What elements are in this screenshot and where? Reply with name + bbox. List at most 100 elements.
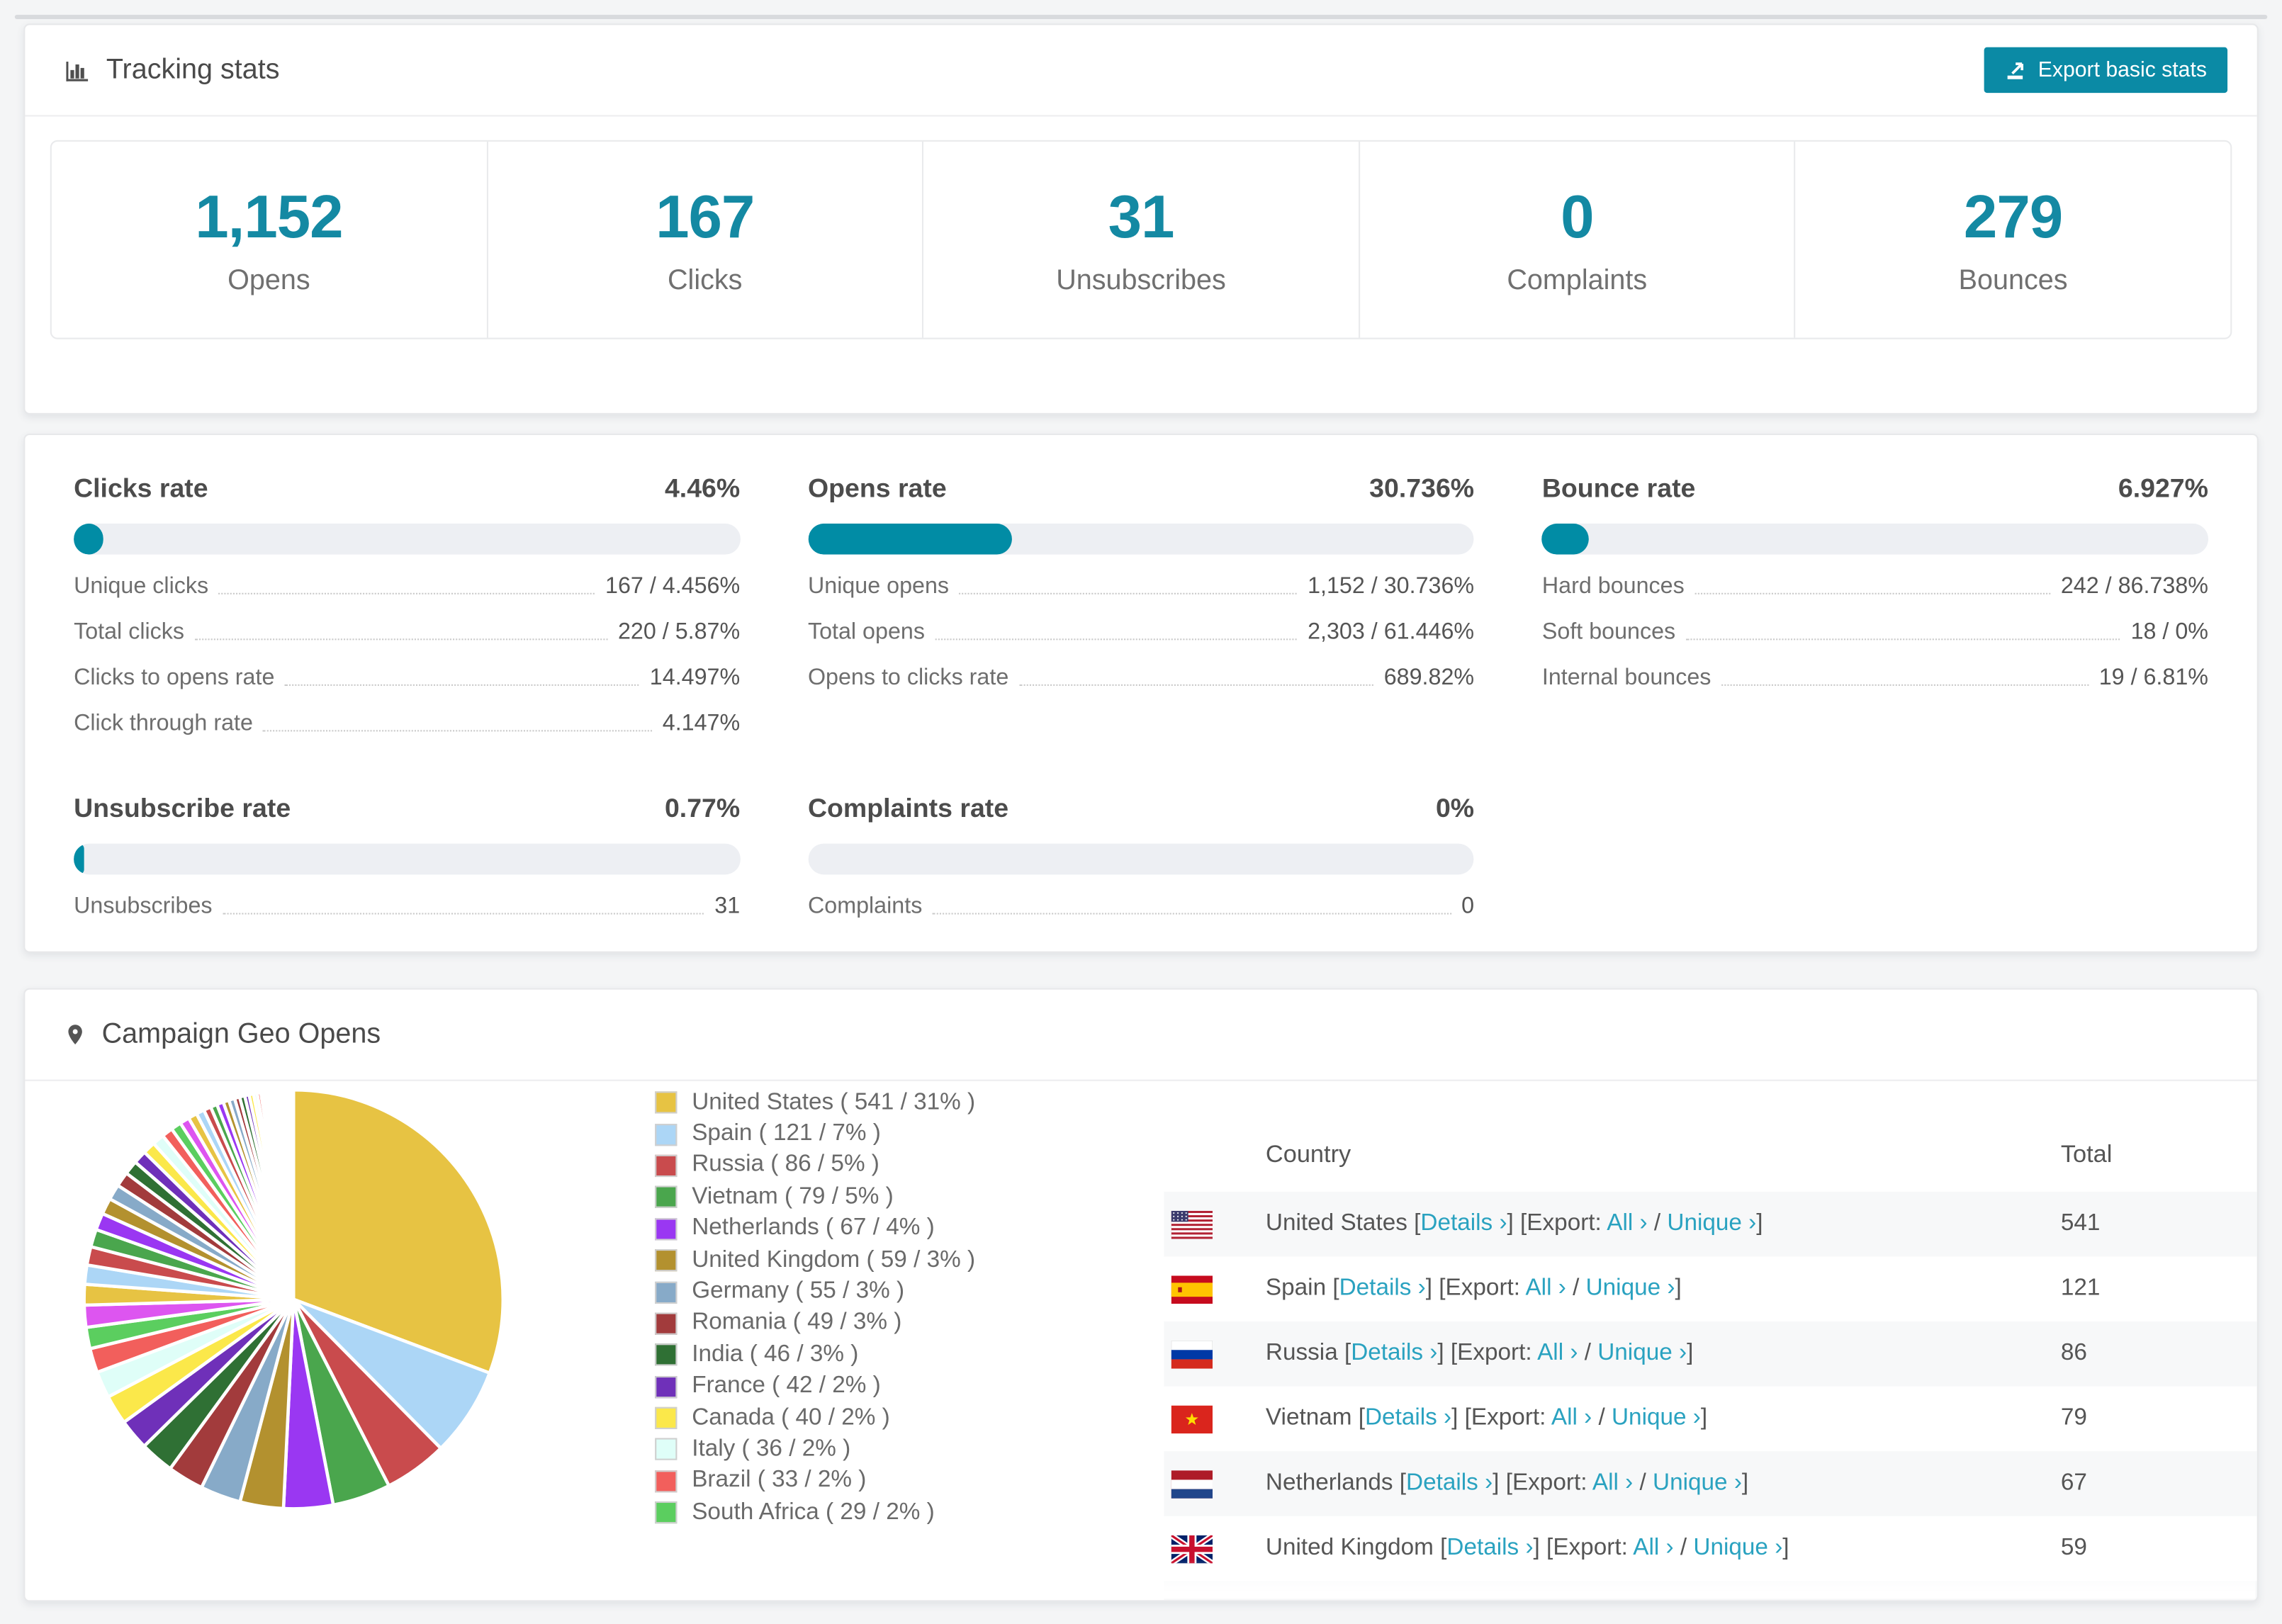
legend-swatch	[655, 1438, 678, 1461]
country-cell: Russia [Details ›] [Export: All › / Uniq…	[1265, 1341, 1694, 1366]
stat-box-complaints: 0 Complaints	[1360, 141, 1796, 338]
export-unique-link[interactable]: Unique ›	[1586, 1275, 1675, 1300]
legend-item-united-states[interactable]: United States ( 541 / 31% )	[655, 1087, 975, 1119]
legend-item-spain[interactable]: Spain ( 121 / 7% )	[655, 1119, 975, 1151]
table-row-vn: Vietnam [Details ›] [Export: All › / Uni…	[1164, 1387, 2256, 1452]
details-link[interactable]: Details ›	[1420, 1211, 1507, 1236]
stat-value: 1,152	[195, 182, 343, 250]
legend-item-south-africa[interactable]: South Africa ( 29 / 2% )	[655, 1497, 975, 1529]
legend-swatch	[655, 1123, 678, 1146]
rate-row: Hard bounces 242 / 86.738%	[1542, 574, 2208, 600]
details-link[interactable]: Details ›	[1406, 1470, 1493, 1495]
rate-row: Clicks to opens rate 14.497%	[74, 665, 740, 692]
pie-svg[interactable]	[81, 1087, 505, 1511]
stat-box-unsubscribes: 31 Unsubscribes	[923, 141, 1360, 338]
total-cell: 121	[2060, 1275, 2101, 1301]
export-icon	[2004, 59, 2026, 81]
export-unique-link[interactable]: Unique ›	[1622, 1600, 1712, 1601]
legend-item-canada[interactable]: Canada ( 40 / 2% )	[655, 1402, 975, 1434]
details-link[interactable]: Details ›	[1351, 1341, 1437, 1365]
legend-item-brazil[interactable]: Brazil ( 33 / 2% )	[655, 1465, 975, 1497]
flag-icon-nl	[1171, 1470, 1213, 1498]
country-cell: United Kingdom [Details ›] [Export: All …	[1265, 1535, 1789, 1561]
rate-row-value: 4.147%	[662, 711, 741, 736]
export-all-link[interactable]: All ›	[1562, 1600, 1602, 1601]
rate-row: Complaints 0	[808, 893, 1474, 920]
export-all-link[interactable]: All ›	[1607, 1211, 1647, 1236]
geo-legend: United States ( 541 / 31% ) Spain ( 121 …	[655, 1087, 975, 1528]
rate-value: 0%	[1435, 793, 1475, 823]
dashboard-page: Tracking stats Export basic stats 1,152 …	[0, 0, 2282, 1624]
export-unique-link[interactable]: Unique ›	[1653, 1470, 1742, 1495]
legend-label: United Kingdom ( 59 / 3% )	[692, 1247, 976, 1273]
table-row-nl: Netherlands [Details ›] [Export: All › /…	[1164, 1451, 2257, 1516]
rates-grid: Clicks rate 4.46% Unique clicks 167 / 4.…	[74, 473, 2208, 920]
legend-item-netherlands[interactable]: Netherlands ( 67 / 4% )	[655, 1213, 975, 1245]
progress-track	[74, 523, 741, 555]
export-all-link[interactable]: All ›	[1592, 1470, 1633, 1495]
export-all-link[interactable]: All ›	[1633, 1535, 1673, 1560]
legend-item-india[interactable]: India ( 46 / 3% )	[655, 1339, 975, 1371]
legend-item-italy[interactable]: Italy ( 36 / 2% )	[655, 1434, 975, 1466]
rate-column-complaints-rate: Complaints rate 0% Complaints 0	[807, 793, 1475, 920]
total-cell: 86	[2060, 1341, 2087, 1366]
rate-column-opens-rate: Opens rate 30.736% Unique opens 1,152 / …	[807, 473, 1475, 738]
export-basic-stats-button[interactable]: Export basic stats	[1983, 47, 2228, 94]
legend-item-russia[interactable]: Russia ( 86 / 5% )	[655, 1150, 975, 1182]
rate-row-value: 167 / 4.456%	[605, 573, 741, 599]
stat-box-bounces: 279 Bounces	[1796, 142, 2230, 338]
details-link[interactable]: Details ›	[1339, 1275, 1426, 1300]
legend-swatch	[655, 1154, 678, 1177]
legend-item-vietnam[interactable]: Vietnam ( 79 / 5% )	[655, 1182, 975, 1214]
total-cell: 59	[2060, 1535, 2087, 1561]
progress-track	[74, 843, 741, 875]
rate-row: Soft bounces 18 / 0%	[1542, 619, 2208, 645]
rate-row-label: Soft bounces	[1541, 619, 1676, 645]
rate-row-label: Unique clicks	[74, 573, 209, 599]
dotted-leader	[263, 730, 653, 732]
dotted-leader	[959, 592, 1298, 594]
total-cell: 79	[2060, 1405, 2087, 1431]
export-all-link[interactable]: All ›	[1551, 1406, 1592, 1431]
legend-item-france[interactable]: France ( 42 / 2% )	[655, 1371, 975, 1403]
export-unique-link[interactable]: Unique ›	[1667, 1211, 1756, 1236]
export-unique-link[interactable]: Unique ›	[1693, 1535, 1782, 1560]
dotted-leader	[194, 638, 608, 641]
progress-fill	[807, 523, 1013, 555]
export-unique-link[interactable]: Unique ›	[1597, 1341, 1687, 1365]
geo-pie-chart[interactable]	[81, 1087, 505, 1511]
country-cell: Spain [Details ›] [Export: All › / Uniqu…	[1265, 1275, 1682, 1301]
tracking-stats-header: Tracking stats Export basic stats	[25, 25, 2257, 117]
export-all-link[interactable]: All ›	[1525, 1275, 1566, 1300]
legend-item-romania[interactable]: Romania ( 49 / 3% )	[655, 1308, 975, 1340]
legend-swatch	[655, 1406, 678, 1430]
legend-item-germany[interactable]: Germany ( 55 / 3% )	[655, 1276, 975, 1308]
export-unique-link[interactable]: Unique ›	[1612, 1406, 1701, 1431]
rate-row-label: Unsubscribes	[74, 893, 213, 919]
rate-row-label: Clicks to opens rate	[74, 665, 275, 691]
rate-row-label: Internal bounces	[1541, 665, 1712, 691]
rate-title: Bounce rate	[1541, 473, 1696, 503]
details-link[interactable]: Details ›	[1376, 1600, 1462, 1601]
geo-table-header-total: Total	[2060, 1141, 2113, 1168]
details-link[interactable]: Details ›	[1446, 1535, 1533, 1560]
country-cell: United States [Details ›] [Export: All ›…	[1265, 1210, 1763, 1236]
rate-row-label: Total clicks	[74, 619, 185, 645]
rate-title: Complaints rate	[807, 793, 1009, 823]
legend-label: South Africa ( 29 / 2% )	[692, 1499, 935, 1525]
rate-row: Internal bounces 19 / 6.81%	[1542, 665, 2208, 692]
export-all-link[interactable]: All ›	[1537, 1341, 1578, 1365]
rate-row: Opens to clicks rate 689.82%	[808, 665, 1474, 692]
details-link[interactable]: Details ›	[1365, 1406, 1451, 1431]
top-shadow-divider	[14, 14, 2268, 20]
rate-row-label: Unique opens	[807, 573, 950, 599]
legend-label: India ( 46 / 3% )	[692, 1341, 859, 1368]
table-row-us: United States [Details ›] [Export: All ›…	[1164, 1191, 2257, 1257]
legend-label: Italy ( 36 / 2% )	[692, 1436, 851, 1462]
stat-label: Complaints	[1507, 264, 1648, 296]
rate-row: Total clicks 220 / 5.87%	[74, 619, 740, 645]
geo-table-header-country: Country	[1265, 1141, 1351, 1168]
table-row-ru: Russia [Details ›] [Export: All › / Uniq…	[1164, 1321, 2257, 1387]
country-cell: Germany [Details ›] [Export: All › / Uni…	[1266, 1600, 1719, 1601]
legend-item-united-kingdom[interactable]: United Kingdom ( 59 / 3% )	[655, 1245, 975, 1277]
